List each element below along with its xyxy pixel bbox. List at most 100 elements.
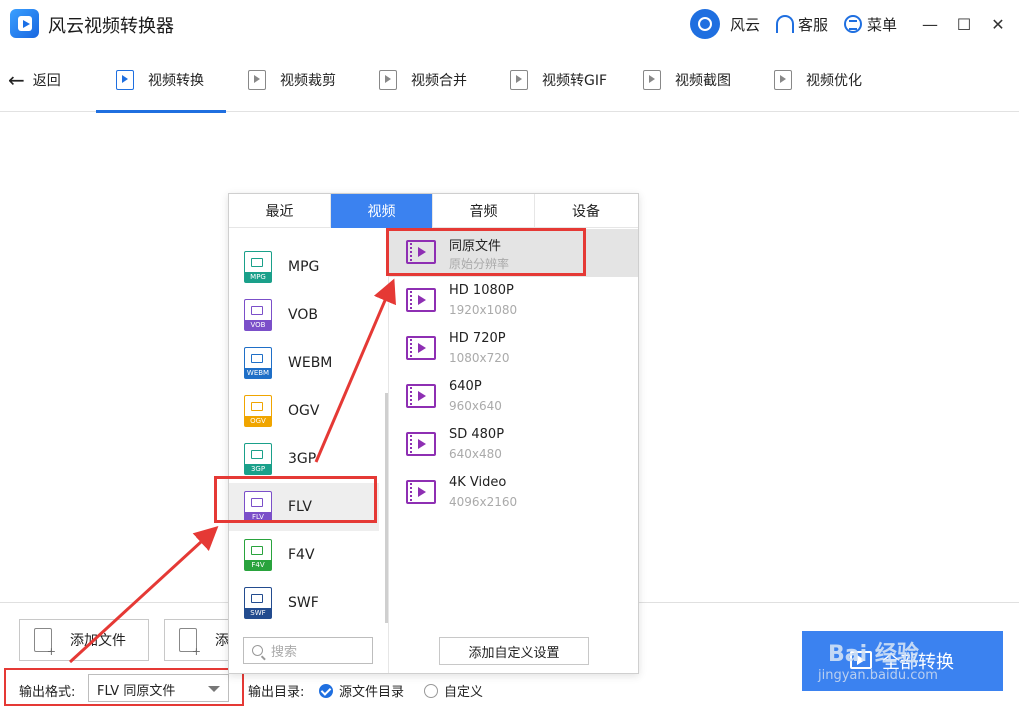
search-placeholder: 搜索 xyxy=(271,645,298,660)
back-arrow-icon: ← xyxy=(8,68,25,92)
file-format-icon: VOB xyxy=(244,299,272,331)
close-button[interactable]: ✕ xyxy=(981,9,1015,39)
format-item-f4v[interactable]: F4V F4V xyxy=(229,531,379,579)
resolution-item[interactable]: 640P 960x640 xyxy=(389,373,638,421)
tab-video-optimize[interactable]: 视频优化 xyxy=(774,48,862,112)
back-button[interactable]: ← 返回 xyxy=(8,70,61,90)
optimize-icon xyxy=(774,70,792,90)
tab-label: 视频转GIF xyxy=(542,73,608,89)
file-format-icon: MPG xyxy=(244,251,272,283)
format-label: OGV xyxy=(288,403,320,419)
resolution-size: 640x480 xyxy=(449,447,502,461)
popup-tab-audio[interactable]: 音频 xyxy=(433,194,535,228)
video-crop-icon xyxy=(248,70,266,90)
user-icon xyxy=(689,9,720,39)
app-logo-icon xyxy=(10,9,39,38)
screenshot-icon xyxy=(643,70,661,90)
resolution-item[interactable]: SD 480P 640x480 xyxy=(389,421,638,469)
add-custom-settings-button[interactable]: 添加自定义设置 xyxy=(439,637,589,665)
tab-label: 视频裁剪 xyxy=(280,73,336,89)
video-file-icon xyxy=(406,288,436,312)
popup-tab-device[interactable]: 设备 xyxy=(535,194,637,228)
radio-label: 源文件目录 xyxy=(339,685,405,700)
tab-label: 视频合并 xyxy=(411,73,467,89)
resolution-name: 4K Video xyxy=(449,475,507,490)
highlight-original xyxy=(386,228,586,276)
video-file-icon xyxy=(406,384,436,408)
radio-label: 自定义 xyxy=(444,685,484,700)
format-item-mpg[interactable]: MPG MPG xyxy=(229,243,379,291)
tab-video-merge[interactable]: 视频合并 xyxy=(379,48,467,112)
resolution-size: 1080x720 xyxy=(449,351,510,365)
popup-tabs: 最近 视频 音频 设备 xyxy=(229,194,638,228)
video-convert-icon xyxy=(116,70,134,90)
highlight-flv xyxy=(214,476,377,523)
format-label: VOB xyxy=(288,307,318,323)
popup-tab-recent[interactable]: 最近 xyxy=(229,194,331,228)
add-folder-button[interactable]: 添 xyxy=(164,619,234,661)
nav-bar: ← 返回 视频转换 视频裁剪 视频合并 视频转GIF 视频截图 视频优化 xyxy=(0,48,1019,113)
menu-button[interactable]: 菜单 xyxy=(843,14,897,35)
radio-custom-dir[interactable]: 自定义 xyxy=(424,681,483,700)
resolution-item[interactable]: HD 720P 1080x720 xyxy=(389,325,638,373)
maximize-button[interactable]: ☐ xyxy=(947,9,981,39)
radio-unchecked-icon xyxy=(424,683,438,698)
format-item-ogv[interactable]: OGV OGV xyxy=(229,387,379,435)
resolution-size: 960x640 xyxy=(449,399,502,413)
search-icon xyxy=(252,645,263,656)
format-search-input[interactable]: 搜索 xyxy=(243,637,373,664)
resolution-size: 1920x1080 xyxy=(449,303,518,317)
radio-source-dir[interactable]: 源文件目录 xyxy=(319,681,404,700)
file-format-icon: F4V xyxy=(244,539,272,571)
format-list: MPG MPG VOB VOB WEBM WEBM OGV OGV 3GP 3GP FLV FLV F4… xyxy=(229,229,387,625)
add-file-button[interactable]: 添加文件 xyxy=(19,619,149,661)
tab-video-convert[interactable]: 视频转换 xyxy=(96,48,226,113)
tab-label: 视频截图 xyxy=(675,73,731,89)
user-name: 风云 xyxy=(729,15,760,34)
file-format-icon: WEBM xyxy=(244,347,272,379)
back-label: 返回 xyxy=(32,73,61,89)
add-folder-label: 添 xyxy=(215,633,229,649)
resolution-size: 4096x2160 xyxy=(449,495,518,509)
resolution-name: 640P xyxy=(449,379,482,394)
file-format-icon: OGV xyxy=(244,395,272,427)
format-label: SWF xyxy=(288,595,319,611)
tab-video-screenshot[interactable]: 视频截图 xyxy=(643,48,731,112)
minimize-button[interactable]: — xyxy=(913,9,947,39)
video-file-icon xyxy=(406,336,436,360)
headset-icon xyxy=(775,15,794,33)
add-file-icon xyxy=(34,628,56,658)
radio-checked-icon xyxy=(319,683,333,698)
format-item-webm[interactable]: WEBM WEBM xyxy=(229,339,379,387)
format-label: WEBM xyxy=(288,355,333,371)
resolution-item[interactable]: HD 1080P 1920x1080 xyxy=(389,277,638,325)
watermark-logo: Bai 经验 xyxy=(828,642,919,667)
resolution-name: SD 480P xyxy=(449,427,505,442)
gif-icon xyxy=(510,70,528,90)
format-label: 3GP xyxy=(288,451,317,467)
tab-label: 视频转换 xyxy=(148,73,204,89)
tab-video-crop[interactable]: 视频裁剪 xyxy=(248,48,336,112)
format-label: F4V xyxy=(288,547,315,563)
watermark-url: jingyan.baidu.com xyxy=(818,668,938,683)
video-merge-icon xyxy=(379,70,397,90)
highlight-output-format xyxy=(4,668,244,706)
resolution-name: HD 1080P xyxy=(449,283,514,298)
resolution-name: HD 720P xyxy=(449,331,506,346)
format-item-swf[interactable]: SWF SWF xyxy=(229,579,379,625)
file-format-icon: 3GP xyxy=(244,443,272,475)
format-label: MPG xyxy=(288,259,320,275)
resolution-item[interactable]: 4K Video 4096x2160 xyxy=(389,469,638,517)
tab-video-gif[interactable]: 视频转GIF xyxy=(510,48,607,112)
service-button[interactable]: 客服 xyxy=(775,14,828,35)
format-list-scrollbar[interactable] xyxy=(385,393,388,623)
title-bar: 风云视频转换器 风云 客服 菜单 — ☐ ✕ xyxy=(0,0,1019,48)
file-format-icon: SWF xyxy=(244,587,272,619)
video-file-icon xyxy=(406,480,436,504)
menu-label: 菜单 xyxy=(866,15,897,34)
popup-tab-video[interactable]: 视频 xyxy=(331,194,433,228)
user-account[interactable]: 风云 xyxy=(689,9,760,39)
video-file-icon xyxy=(406,432,436,456)
format-item-vob[interactable]: VOB VOB xyxy=(229,291,379,339)
add-folder-icon xyxy=(179,628,201,658)
